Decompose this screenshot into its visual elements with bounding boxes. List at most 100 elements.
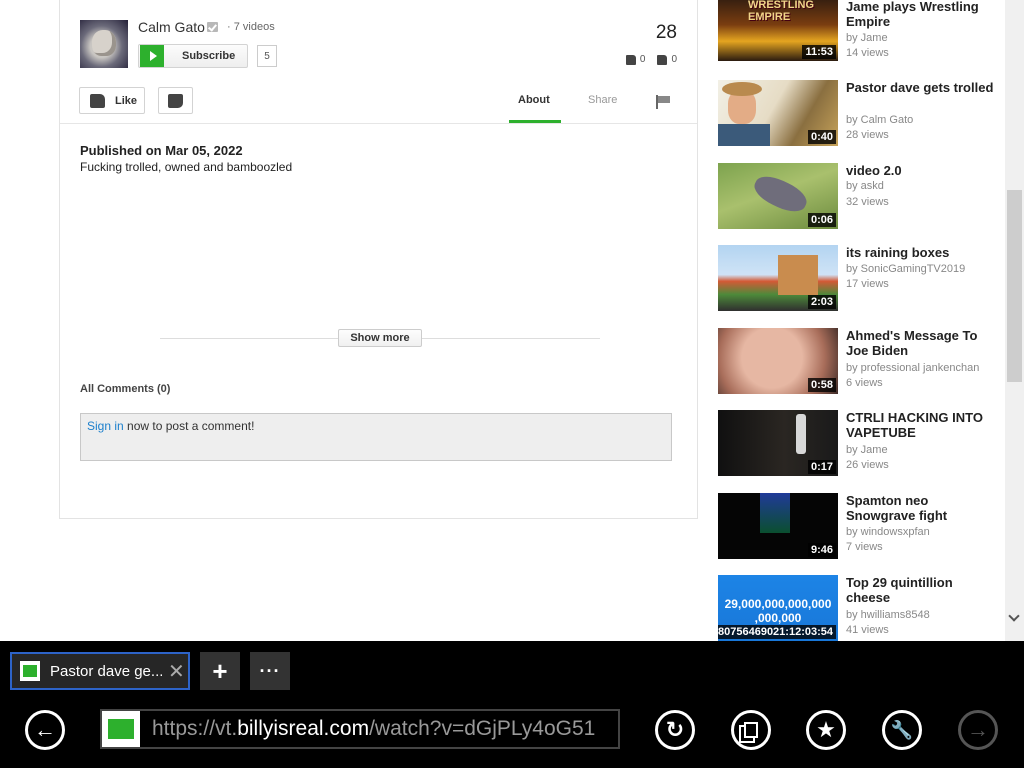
video-duration: 2:03	[807, 295, 836, 309]
video-uploader: by Calm Gato	[846, 114, 914, 126]
related-video-item[interactable]: WRESTLING EMPIRE 11:53 Jame plays Wrestl…	[718, 0, 998, 63]
video-thumbnail[interactable]: 9:46	[718, 493, 838, 559]
video-title[interactable]: Top 29 quintillion cheese	[846, 575, 996, 605]
divider	[60, 123, 697, 124]
new-tab-button[interactable]: +	[200, 652, 240, 690]
refresh-icon: ↻	[665, 717, 685, 742]
video-views: 41 views	[846, 624, 889, 636]
video-uploader: by Jame	[846, 32, 888, 44]
page-tools-button[interactable]: 🔧	[882, 710, 922, 750]
video-thumbnail[interactable]: 2:03	[718, 245, 838, 311]
arrow-right-icon: →	[967, 717, 989, 742]
video-thumbnail[interactable]: 29,000,000,000,000 ,000,000 80756469021:…	[718, 575, 838, 641]
video-views: 28 views	[846, 129, 889, 141]
related-video-item[interactable]: 29,000,000,000,000 ,000,000 80756469021:…	[718, 575, 998, 643]
tabs-icon	[744, 722, 758, 738]
chevron-down-icon[interactable]	[1008, 610, 1020, 622]
channel-name-link[interactable]: Calm Gato	[138, 19, 205, 35]
show-more-button[interactable]: Show more	[338, 329, 422, 347]
sign-in-link[interactable]: Sign in	[87, 419, 124, 433]
thumbnail-figure	[796, 414, 806, 454]
publish-date: Published on Mar 05, 2022	[80, 143, 243, 158]
dislike-button[interactable]	[158, 87, 193, 114]
thumbs-down-icon	[168, 93, 183, 108]
browser-toolbar: Pastor dave ge... ✕ + ··· ← https://vt.b…	[0, 641, 1024, 768]
video-thumbnail[interactable]: 0:06	[718, 163, 838, 229]
tab-options-button[interactable]: ···	[250, 652, 290, 690]
dislike-count-value: 0	[671, 54, 677, 65]
close-icon[interactable]: ✕	[168, 659, 185, 684]
browser-tab[interactable]: Pastor dave ge... ✕	[10, 652, 190, 690]
video-thumbnail[interactable]: 0:40	[718, 80, 838, 146]
channel-avatar[interactable]	[80, 20, 128, 68]
video-duration: 0:06	[807, 213, 836, 227]
related-video-item[interactable]: 0:06 video 2.0 by askd 32 views	[718, 163, 998, 231]
related-video-item[interactable]: 0:40 Pastor dave gets trolled by Calm Ga…	[718, 80, 998, 148]
video-title[interactable]: Spamton neo Snowgrave fight	[846, 493, 996, 523]
wrench-icon: 🔧	[890, 719, 914, 740]
thumbs-up-icon	[90, 93, 105, 108]
url-text[interactable]: https://vt.billyisreal.com/watch?v=dGjPL…	[152, 717, 595, 741]
scrollbar-thumb[interactable]	[1007, 190, 1022, 382]
video-duration: 0:40	[807, 130, 836, 144]
forward-button[interactable]: →	[958, 710, 998, 750]
video-views: 26 views	[846, 459, 889, 471]
arrow-left-icon: ←	[34, 717, 56, 742]
related-video-item[interactable]: 0:17 CTRLI HACKING INTO VAPETUBE by Jame…	[718, 410, 998, 478]
subscribe-play-icon	[140, 45, 164, 67]
video-thumbnail[interactable]: 0:58	[718, 328, 838, 394]
video-views: 32 views	[846, 196, 889, 208]
video-views: 7 views	[846, 541, 883, 553]
thumbnail-figure	[718, 124, 770, 146]
video-thumbnail[interactable]: WRESTLING EMPIRE 11:53	[718, 0, 838, 61]
thumbnail-figure	[722, 82, 762, 96]
thumbnail-figure	[750, 170, 811, 218]
like-count-value: 0	[639, 54, 646, 65]
comment-prompt: now to post a comment!	[123, 419, 255, 433]
subscriber-count: 5	[257, 45, 277, 67]
video-uploader: by Jame	[846, 444, 888, 456]
related-video-item[interactable]: 0:58 Ahmed's Message To Joe Biden by pro…	[718, 328, 998, 396]
view-count: 28	[655, 22, 677, 43]
video-duration: 11:53	[802, 45, 836, 59]
video-title[interactable]: Pastor dave gets trolled	[846, 80, 996, 95]
back-button[interactable]: ←	[25, 710, 65, 750]
video-duration: 9:46	[807, 543, 836, 557]
like-label: Like	[115, 94, 138, 107]
video-views: 17 views	[846, 278, 889, 290]
thumbnail-text: 29,000,000,000,000 ,000,000	[724, 597, 832, 625]
subscribe-label: Subscribe	[182, 50, 236, 62]
video-duration: 0:17	[807, 460, 836, 474]
video-title[interactable]: Jame plays Wrestling Empire	[846, 0, 996, 29]
flag-icon[interactable]	[656, 95, 670, 109]
like-button[interactable]: Like	[79, 87, 145, 114]
subscribe-button[interactable]: Subscribe	[138, 44, 248, 68]
tab-about[interactable]: About	[518, 94, 550, 106]
thumbs-down-icon	[657, 54, 668, 65]
video-title[interactable]: Ahmed's Message To Joe Biden	[846, 328, 996, 358]
url-scheme: https://vt.	[152, 717, 238, 740]
tabs-button[interactable]	[731, 710, 771, 750]
page-scrollbar[interactable]	[1005, 0, 1024, 641]
refresh-button[interactable]: ↻	[655, 710, 695, 750]
related-video-item[interactable]: 9:46 Spamton neo Snowgrave fight by wind…	[718, 493, 998, 561]
video-title[interactable]: CTRLI HACKING INTO VAPETUBE	[846, 410, 996, 440]
video-thumbnail[interactable]: 0:17	[718, 410, 838, 476]
video-uploader: by hwilliams8548	[846, 609, 930, 621]
like-count: 0	[625, 54, 646, 65]
tab-share[interactable]: Share	[588, 94, 617, 106]
dislike-count: 0	[657, 54, 677, 65]
comment-sign-in-box: Sign in now to post a comment!	[80, 413, 672, 461]
video-description: Fucking trolled, owned and bamboozled	[80, 160, 293, 174]
favorites-button[interactable]: ★	[806, 710, 846, 750]
video-info-panel: Calm Gato · 7 videos Subscribe 5 28 0 0 …	[59, 0, 698, 519]
video-duration: 0:58	[807, 378, 836, 392]
address-bar[interactable]: https://vt.billyisreal.com/watch?v=dGjPL…	[100, 709, 620, 749]
channel-videos-count[interactable]: · 7 videos	[227, 21, 275, 33]
browser-tab-title: Pastor dave ge...	[50, 662, 162, 680]
video-title[interactable]: video 2.0	[846, 163, 996, 178]
video-uploader: by SonicGamingTV2019	[846, 263, 966, 275]
video-title[interactable]: its raining boxes	[846, 245, 996, 260]
thumbnail-figure	[760, 493, 790, 533]
related-video-item[interactable]: 2:03 its raining boxes by SonicGamingTV2…	[718, 245, 998, 313]
